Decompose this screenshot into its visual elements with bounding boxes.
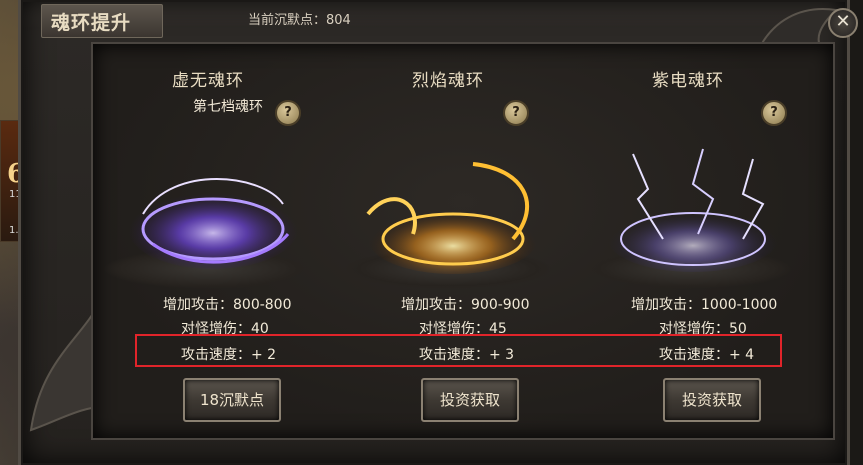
help-icon[interactable]: ? [503,100,529,126]
lightning-ring-icon [608,148,778,272]
help-icon[interactable]: ? [275,100,301,126]
attack-speed-highlight-box [135,334,782,367]
ring-card-lightning: 紫电魂环 ? 增加攻击：1000-1000 对怪增伤：50 攻击速度：+ 4 投… [573,44,803,434]
ring-name: 烈焰魂环 [412,71,484,91]
current-points: 当前沉默点：804 [248,13,351,28]
ring-name: 紫电魂环 [652,71,724,91]
ring-tier-label: 第七档魂环 [193,99,263,115]
close-button[interactable]: ✕ [828,8,858,38]
stat-attack: 增加攻击：900-900 [401,297,530,313]
ring-card-flame: 烈焰魂环 ? 增加攻击：900-900 对怪增伤：45 攻击速度：+ 3 投资获… [333,44,563,434]
stat-attack: 增加攻击：800-800 [163,297,292,313]
ring-card-void: 虚无魂环 第七档魂环 ? 增加攻击：800-800 对怪增伤：40 攻击速度：+… [93,44,323,434]
help-icon[interactable]: ? [761,100,787,126]
window-title: 魂环提升 [51,12,132,34]
invest-button[interactable]: 投资获取 [421,378,519,422]
ring-panel: 虚无魂环 第七档魂环 ? 增加攻击：800-800 对怪增伤：40 攻击速度：+… [91,42,835,440]
buy-with-points-button[interactable]: 18沉默点 [183,378,281,422]
soul-ring-window: 魂环提升 当前沉默点：804 ✕ 虚无魂环 第七档魂环 ? 增加攻击：800-8… [18,0,858,465]
void-ring-icon [128,178,298,269]
invest-button[interactable]: 投资获取 [663,378,761,422]
stat-attack: 增加攻击：1000-1000 [631,297,778,313]
ring-name: 虚无魂环 [172,71,244,91]
flame-ring-icon [366,162,538,274]
